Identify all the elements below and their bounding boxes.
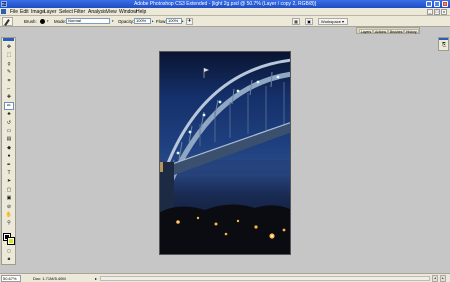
menu-analysis[interactable]: Analysis: [88, 9, 107, 15]
palette-tab-history[interactable]: History: [404, 29, 419, 34]
options-bar: Brush: ▾ Mode: Normal ▾ Opacity: 100% ▸ …: [0, 16, 450, 27]
crop-tool-icon[interactable]: ⌗: [4, 77, 14, 85]
chevron-right-icon[interactable]: ▸: [182, 19, 184, 23]
notes-tool-icon[interactable]: ▣: [4, 194, 14, 202]
eyedropper-tool-icon[interactable]: ⊘: [4, 203, 14, 211]
blur-tool-icon[interactable]: ◆: [4, 144, 14, 152]
bridge-icon[interactable]: ▣: [305, 18, 313, 25]
menu-edit[interactable]: Edit: [20, 9, 29, 15]
palette-well: Layers Actions Brushes History: [356, 27, 420, 34]
flow-label: Flow:: [156, 19, 167, 24]
chevron-down-icon[interactable]: ▾: [112, 19, 114, 23]
navigator-icon[interactable]: ⎘: [441, 42, 447, 48]
slice-tool-icon[interactable]: ⌐: [4, 85, 14, 93]
opacity-label: Opacity:: [118, 19, 135, 24]
menu-image[interactable]: Image: [31, 9, 45, 15]
type-tool-icon[interactable]: T: [4, 169, 14, 177]
flow-input[interactable]: 100%: [166, 18, 182, 24]
status-bar: 50.67% Doc: 1.71M/5.40M ▸ ◂ ▸: [0, 273, 450, 282]
lasso-tool-icon[interactable]: ϙ: [4, 60, 14, 68]
clone-stamp-tool-icon[interactable]: ♣: [4, 110, 14, 118]
restore-button[interactable]: □: [434, 1, 440, 7]
mode-label: Mode:: [54, 19, 67, 24]
status-menu-arrow-icon[interactable]: ▸: [95, 276, 97, 281]
quick-selection-tool-icon[interactable]: ✎: [4, 68, 14, 76]
path-selection-tool-icon[interactable]: ➤: [4, 177, 14, 185]
panel-grip[interactable]: [439, 38, 448, 40]
workspace-menu-button[interactable]: Workspace ▾: [318, 18, 348, 25]
menu-select[interactable]: Select: [59, 9, 73, 15]
minimize-button[interactable]: _: [426, 1, 432, 7]
brush-preset-picker[interactable]: [40, 19, 45, 24]
quick-mask-icon[interactable]: ▢: [4, 248, 14, 254]
healing-brush-tool-icon[interactable]: ✚: [4, 93, 14, 101]
toolbox-grip[interactable]: [3, 38, 14, 41]
history-brush-tool-icon[interactable]: ↺: [4, 119, 14, 127]
menu-help[interactable]: Help: [136, 9, 146, 15]
palette-tab-layers[interactable]: Layers: [359, 29, 374, 34]
zoom-field[interactable]: 50.67%: [1, 275, 21, 282]
chevron-down-icon[interactable]: ▾: [47, 19, 49, 23]
window-title: Adobe Photoshop CS3 Extended - [light 2g…: [133, 1, 317, 7]
mode-select[interactable]: Normal: [66, 18, 110, 24]
opacity-input[interactable]: 100%: [134, 18, 151, 24]
scroll-left-icon[interactable]: ◂: [432, 275, 438, 282]
menu-layer[interactable]: Layer: [44, 9, 57, 15]
chevron-right-icon[interactable]: ▸: [152, 19, 154, 23]
horizontal-scrollbar[interactable]: [100, 276, 430, 281]
collapsed-panel: ⎘: [438, 37, 449, 51]
menu-file[interactable]: File: [10, 9, 18, 15]
document-size: Doc: 1.71M/5.40M: [33, 276, 66, 281]
menu-filter[interactable]: Filter: [74, 9, 85, 15]
brush-icon: [4, 19, 10, 26]
menu-bar: File Edit Image Layer Select Filter Anal…: [0, 8, 450, 16]
tool-preset-picker[interactable]: [2, 17, 13, 26]
title-bar: Ps Adobe Photoshop CS3 Extended - [light…: [0, 0, 450, 8]
brush-label: Brush:: [24, 19, 37, 24]
gradient-tool-icon[interactable]: ▤: [4, 135, 14, 143]
background-color-swatch[interactable]: [7, 237, 15, 245]
hand-tool-icon[interactable]: ✋: [4, 211, 14, 219]
airbrush-icon[interactable]: ✈: [186, 18, 193, 25]
screen-mode-icon[interactable]: ◙: [4, 256, 14, 262]
bridge-photo: [160, 58, 290, 254]
brush-tool-icon[interactable]: ✏: [4, 101, 14, 110]
document-canvas[interactable]: [159, 51, 291, 255]
palette-tab-brushes[interactable]: Brushes: [388, 29, 405, 34]
scroll-right-icon[interactable]: ▸: [440, 275, 446, 282]
close-button[interactable]: x: [442, 1, 448, 7]
doc-minimize-button[interactable]: _: [427, 9, 433, 15]
doc-close-button[interactable]: x: [441, 9, 447, 15]
document-icon[interactable]: [1, 9, 6, 14]
toolbox: ✥ ⬚ ϙ ✎ ⌗ ⌐ ✚ ✏ ♣ ↺ ▭ ▤ ◆ ● ✒ T ➤ ▢ ▣ ⊘ ✋ ⚲ ▢ ◙: [1, 37, 16, 265]
menu-window[interactable]: Window: [119, 9, 137, 15]
marquee-tool-icon[interactable]: ⬚: [4, 51, 14, 59]
menu-view[interactable]: View: [106, 9, 117, 15]
zoom-tool-icon[interactable]: ⚲: [4, 219, 14, 227]
palette-toggle-icon[interactable]: ▦: [292, 18, 300, 25]
shape-tool-icon[interactable]: ▢: [4, 186, 14, 194]
dodge-tool-icon[interactable]: ●: [4, 152, 14, 160]
eraser-tool-icon[interactable]: ▭: [4, 127, 14, 135]
move-tool-icon[interactable]: ✥: [4, 43, 14, 51]
doc-restore-button[interactable]: □: [434, 9, 440, 15]
pen-tool-icon[interactable]: ✒: [4, 161, 14, 169]
palette-tab-actions[interactable]: Actions: [373, 29, 389, 34]
